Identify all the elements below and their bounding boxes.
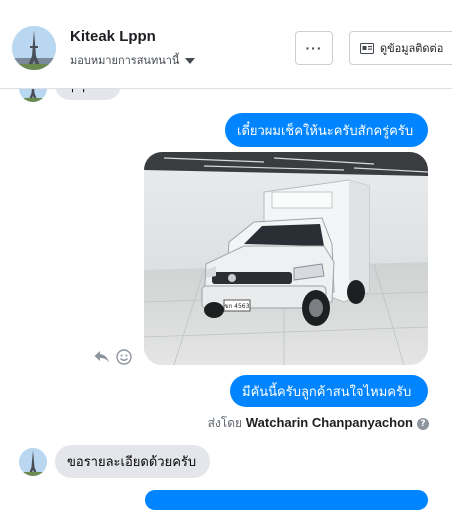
message-text: ขอรายละเอียดด้วยครับ	[67, 455, 197, 470]
smiley-icon[interactable]	[116, 349, 132, 365]
conversation-header: Kiteak Lppn มอบหมายการสนทนานี้ ··· ดูข้อ…	[0, 0, 452, 89]
page-name[interactable]: Kiteak Lppn	[70, 28, 156, 45]
outgoing-message-bubble[interactable]: มีคันนี้ครับลูกค้าสนใจไหมครับ	[230, 375, 428, 407]
sent-by-prefix: ส่งโดย	[207, 416, 243, 430]
sent-by-label: ส่งโดย Watcharin Chanpanyachon?	[208, 414, 429, 433]
more-options-button[interactable]: ···	[295, 31, 333, 65]
message-text: เดี๋ยวผมเช็คให้นะครับสักครู่ครับ	[237, 123, 414, 139]
help-icon[interactable]: ?	[417, 417, 429, 430]
message-text: มีคันนี้ครับลูกค้าสนใจไหมครับ	[242, 384, 412, 400]
caret-down-icon	[185, 58, 196, 64]
truck-photo: ขก 4563	[144, 152, 428, 365]
assign-label: มอบหมายการสนทนานี้	[70, 54, 180, 67]
assign-conversation-dropdown[interactable]: มอบหมายการสนทนานี้	[70, 51, 196, 69]
contact-avatar[interactable]	[19, 448, 47, 476]
incoming-message-bubble[interactable]: ขอรายละเอียดด้วยครับ	[55, 445, 210, 478]
view-contact-label: ดูข้อมูลติดต่อ	[380, 42, 444, 55]
truck-photo-attachment[interactable]: ขก 4563	[144, 152, 428, 365]
sender-name[interactable]: Watcharin Chanpanyachon	[246, 415, 413, 430]
message-actions	[94, 349, 132, 365]
outgoing-message-bubble-partial[interactable]	[145, 490, 428, 510]
license-plate-text: ขก 4563	[225, 303, 250, 310]
page-avatar[interactable]	[12, 26, 56, 70]
id-card-icon	[360, 42, 374, 54]
reply-icon[interactable]	[94, 350, 110, 364]
view-contact-button[interactable]: ดูข้อมูลติดต่อ	[349, 31, 452, 65]
outgoing-message-bubble[interactable]: เดี๋ยวผมเช็คให้นะครับสักครู่ครับ	[225, 113, 428, 147]
